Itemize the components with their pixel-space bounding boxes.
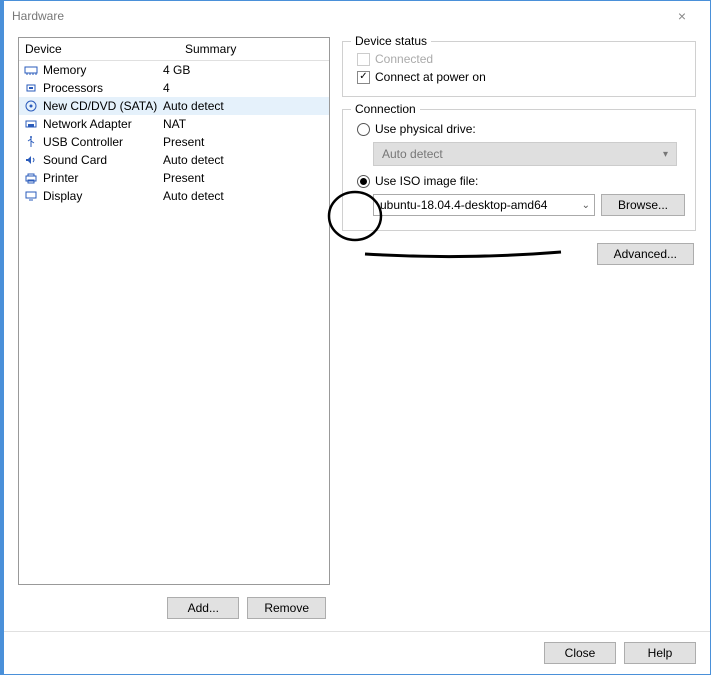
label-connect-power: Connect at power on [375, 70, 486, 84]
help-button[interactable]: Help [624, 642, 696, 664]
connection-group: Connection Use physical drive: Auto dete… [342, 109, 696, 231]
device-summary: 4 GB [163, 63, 325, 77]
checkbox-connect-power[interactable]: ✓ [357, 71, 370, 84]
device-summary: Present [163, 135, 325, 149]
device-row[interactable]: Processors 4 [19, 79, 329, 97]
iso-file-dropdown[interactable]: ubuntu-18.04.4-desktop-amd64 ⌄ [373, 194, 595, 216]
display-icon [23, 189, 39, 203]
close-icon[interactable]: × [662, 8, 702, 24]
device-name: Printer [43, 171, 78, 185]
device-summary: NAT [163, 117, 325, 131]
col-device: Device [19, 38, 179, 60]
checkbox-connected [357, 53, 370, 66]
device-name: Display [43, 189, 82, 203]
advanced-button[interactable]: Advanced... [597, 243, 694, 265]
device-summary: Auto detect [163, 153, 325, 167]
device-status-group: Device status Connected ✓ Connect at pow… [342, 41, 696, 97]
list-header: Device Summary [19, 38, 329, 61]
physical-drive-dropdown: Auto detect ▾ [373, 142, 677, 166]
radio-iso-image[interactable] [357, 175, 370, 188]
radio-physical-drive[interactable] [357, 123, 370, 136]
close-button[interactable]: Close [544, 642, 616, 664]
device-name: New CD/DVD (SATA) [43, 99, 157, 113]
printer-icon [23, 171, 39, 185]
sound-icon [23, 153, 39, 167]
iso-file-value: ubuntu-18.04.4-desktop-amd64 [380, 198, 547, 212]
label-connected: Connected [375, 52, 433, 66]
label-physical-drive: Use physical drive: [375, 122, 476, 136]
device-name: Network Adapter [43, 117, 132, 131]
nic-icon [23, 117, 39, 131]
device-name: Processors [43, 81, 103, 95]
device-summary: 4 [163, 81, 325, 95]
usb-icon [23, 135, 39, 149]
physical-drive-value: Auto detect [382, 147, 443, 161]
remove-button[interactable]: Remove [247, 597, 326, 619]
device-row[interactable]: Memory 4 GB [19, 61, 329, 79]
device-summary: Auto detect [163, 99, 325, 113]
device-row[interactable]: Printer Present [19, 169, 329, 187]
device-name: USB Controller [43, 135, 123, 149]
device-name: Sound Card [43, 153, 107, 167]
group-title-status: Device status [351, 34, 431, 48]
col-summary: Summary [179, 38, 329, 60]
dialog-footer: Close Help [4, 631, 710, 674]
titlebar: Hardware × [4, 1, 710, 31]
device-row[interactable]: Display Auto detect [19, 187, 329, 205]
window-title: Hardware [12, 9, 662, 23]
label-iso-image: Use ISO image file: [375, 174, 478, 188]
group-title-connection: Connection [351, 102, 420, 116]
cpu-icon [23, 81, 39, 95]
add-button[interactable]: Add... [167, 597, 239, 619]
memory-icon [23, 63, 39, 77]
device-row[interactable]: New CD/DVD (SATA) Auto detect [19, 97, 329, 115]
chevron-down-icon: ⌄ [582, 200, 590, 211]
device-summary: Auto detect [163, 189, 325, 203]
device-name: Memory [43, 63, 86, 77]
device-summary: Present [163, 171, 325, 185]
browse-button[interactable]: Browse... [601, 194, 685, 216]
cd-icon [23, 99, 39, 113]
device-row[interactable]: Network Adapter NAT [19, 115, 329, 133]
chevron-down-icon: ▾ [663, 149, 668, 160]
device-row[interactable]: USB Controller Present [19, 133, 329, 151]
hardware-dialog: Hardware × Device Summary Memory 4 GB Proc… [0, 0, 711, 675]
device-row[interactable]: Sound Card Auto detect [19, 151, 329, 169]
device-list[interactable]: Device Summary Memory 4 GB Processors 4 New … [18, 37, 330, 585]
